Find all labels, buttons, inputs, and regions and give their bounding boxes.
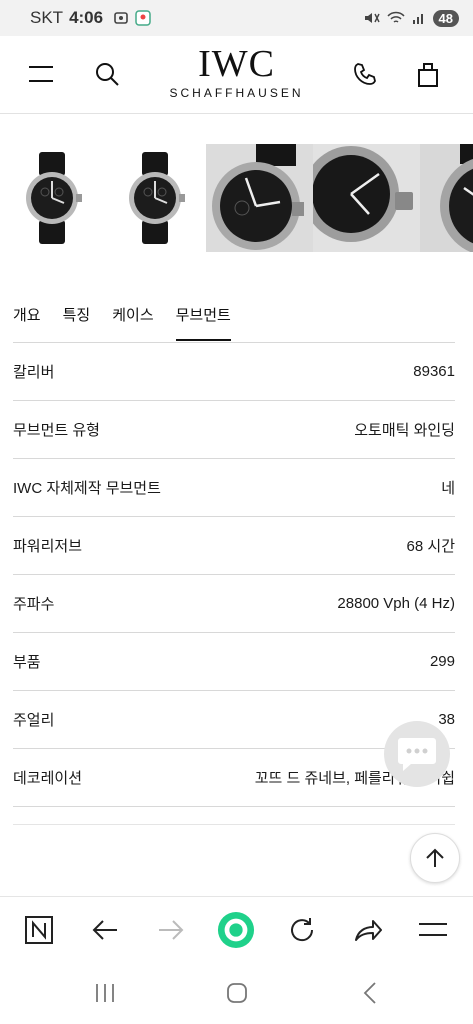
spec-value: 네 (441, 480, 455, 497)
tab-overview[interactable]: 개요 (13, 296, 41, 341)
section-divider (13, 824, 455, 825)
phone-button[interactable] (347, 56, 383, 92)
tab-case[interactable]: 케이스 (112, 296, 153, 341)
screenshot-icon (114, 12, 128, 24)
gallery-image-5[interactable] (420, 144, 473, 252)
chevron-left-icon (363, 982, 376, 1004)
system-back-button[interactable] (356, 978, 386, 1008)
maps-icon (135, 10, 151, 26)
back-button[interactable] (86, 911, 124, 949)
back-arrow-icon (92, 920, 117, 940)
spec-label: 칼리버 (13, 364, 55, 381)
spec-row-frequency: 주파수 28800 Vph (4 Hz) (13, 575, 455, 633)
phone-icon (354, 63, 376, 85)
carrier-label: SKT (30, 8, 64, 27)
spec-label: 데코레이션 (13, 770, 83, 787)
more-menu-button[interactable] (414, 911, 452, 949)
scroll-to-top-button[interactable] (410, 833, 460, 883)
browser-toolbar (0, 896, 473, 962)
status-bar: SKT 4:06 48 (0, 0, 473, 36)
cart-button[interactable] (410, 56, 446, 92)
spec-label: 부품 (13, 654, 41, 671)
watch-closeup-image (206, 144, 313, 252)
spec-label: 주얼리 (13, 712, 55, 729)
tab-movement[interactable]: 무브먼트 (175, 296, 231, 341)
refresh-button[interactable] (283, 911, 321, 949)
recent-apps-button[interactable] (90, 978, 120, 1008)
gallery-image-2[interactable] (103, 144, 206, 252)
spec-label: 무브먼트 유형 (13, 422, 100, 439)
recent-apps-icon (96, 984, 114, 1002)
green-dot-icon (217, 911, 255, 949)
watch-image (25, 152, 82, 244)
brand-name: IWC (198, 43, 275, 85)
spec-value: 28800 Vph (4 Hz) (337, 595, 455, 612)
detail-tabs: 개요 특징 케이스 무브먼트 (13, 296, 231, 342)
spec-value: 오토매틱 와인딩 (354, 422, 455, 439)
signal-icon (412, 14, 423, 24)
spec-label: 주파수 (13, 596, 55, 613)
chat-button[interactable] (384, 721, 450, 787)
spec-label: IWC 자체제작 무브먼트 (13, 480, 161, 497)
spec-row-movement-type: 무브먼트 유형 오토매틱 와인딩 (13, 401, 455, 459)
gallery-image-3[interactable] (206, 144, 313, 252)
home-icon (227, 983, 247, 1003)
mute-icon (364, 13, 380, 23)
spec-value: 38 (438, 711, 455, 728)
n-home-icon (25, 916, 53, 944)
wifi-icon (386, 11, 405, 23)
watch-image (128, 152, 185, 244)
spec-label: 파워리저브 (13, 538, 83, 555)
refresh-icon (291, 918, 314, 942)
green-dot-button[interactable] (217, 911, 255, 949)
gallery-image-1[interactable] (0, 144, 103, 252)
home-button[interactable] (222, 978, 252, 1008)
clock: 4:06 (69, 8, 104, 27)
forward-arrow-icon (159, 920, 184, 940)
chat-bubble-icon (398, 738, 436, 771)
site-header: IWC SCHAFFHAUSEN (0, 36, 473, 114)
battery-indicator: 48 (432, 9, 459, 27)
spec-value: 68 시간 (406, 538, 455, 555)
naver-home-button[interactable] (20, 911, 58, 949)
menu-lines-icon (419, 923, 447, 936)
tab-features[interactable]: 특징 (63, 296, 91, 341)
arrow-up-icon (426, 848, 444, 867)
share-icon (355, 920, 382, 941)
spec-value: 299 (429, 653, 455, 670)
system-navigation-bar (0, 962, 473, 1024)
shopping-bag-icon (418, 63, 438, 87)
spec-row-caliber: 칼리버 89361 (13, 343, 455, 401)
spec-value: 89361 (413, 363, 455, 380)
brand-logo[interactable]: IWC SCHAFFHAUSEN (0, 44, 473, 100)
watch-closeup-image (420, 144, 473, 252)
forward-button[interactable] (152, 911, 190, 949)
gallery-image-4[interactable] (313, 144, 420, 252)
brand-subtitle: SCHAFFHAUSEN (169, 86, 304, 100)
spec-row-components: 부품 299 (13, 633, 455, 691)
share-button[interactable] (349, 911, 387, 949)
product-gallery[interactable] (0, 144, 473, 252)
spec-row-power-reserve: 파워리저브 68 시간 (13, 517, 455, 575)
spec-row-inhouse-movement: IWC 자체제작 무브먼트 네 (13, 459, 455, 517)
watch-closeup-image (313, 144, 420, 252)
